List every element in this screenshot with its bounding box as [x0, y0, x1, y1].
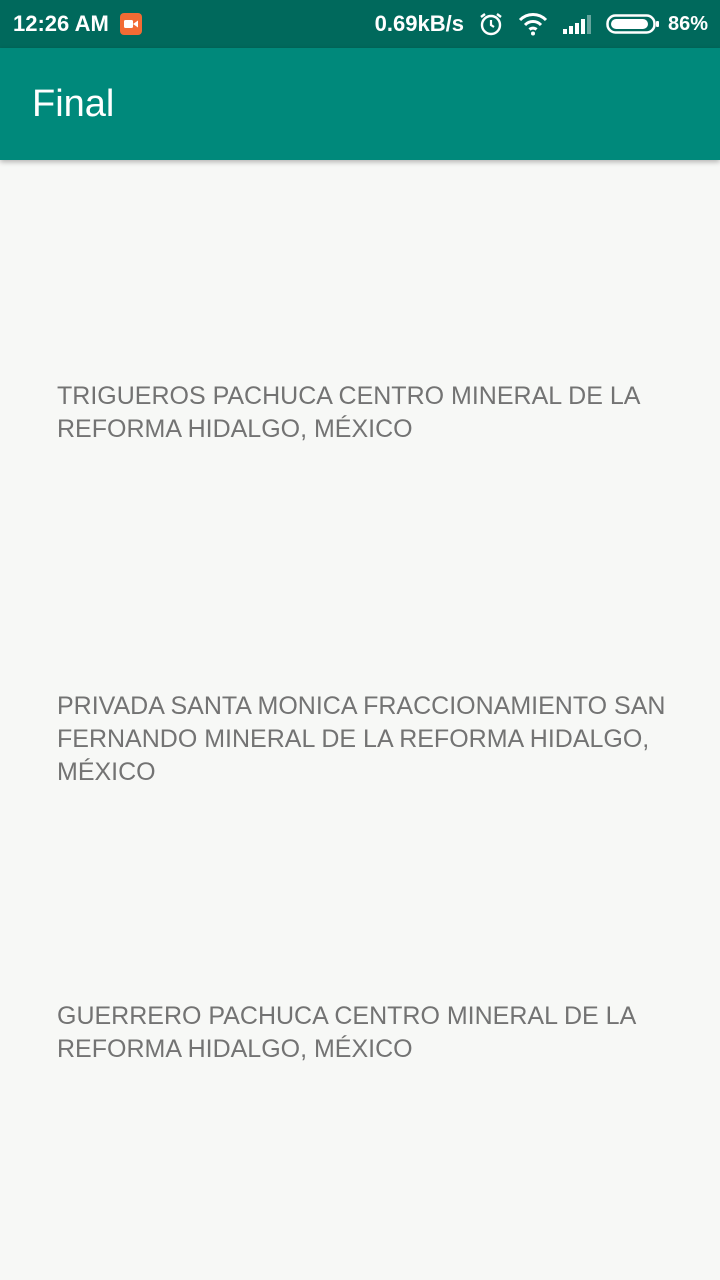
app-title: Final [32, 82, 115, 125]
network-speed: 0.69kB/s [374, 11, 464, 36]
signal-icon [562, 13, 592, 35]
list-item[interactable]: PRIVADA SANTA MONICA FRACCIONAMIENTO SAN… [57, 690, 677, 789]
status-bar: 12:26 AM 0.69kB/s 86% [0, 0, 720, 48]
list-item[interactable]: GUERRERO PACHUCA CENTRO MINERAL DE LA RE… [57, 1000, 677, 1066]
app-bar: Final [0, 48, 720, 160]
status-time: 12:26 AM [13, 11, 109, 36]
battery-icon [606, 12, 660, 36]
battery-percentage: 86% [667, 12, 708, 35]
alarm-icon [478, 11, 504, 37]
screen-record-icon [119, 13, 142, 35]
wifi-icon [518, 12, 548, 36]
list-item[interactable]: TRIGUEROS PACHUCA CENTRO MINERAL DE LA R… [57, 380, 677, 446]
